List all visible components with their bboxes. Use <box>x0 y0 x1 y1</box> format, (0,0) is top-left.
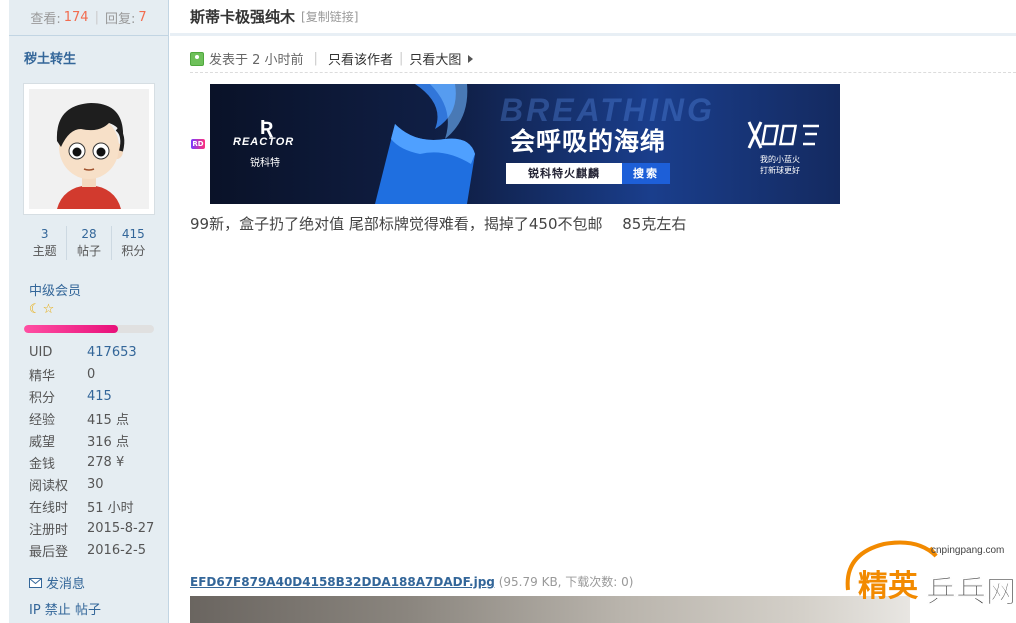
thread-title: 斯蒂卡极强纯木 <box>190 8 296 26</box>
moon-icon: ☾ <box>29 302 41 317</box>
replies-count: 7 <box>138 10 147 25</box>
views-count: 174 <box>63 10 89 25</box>
views-label: 查看: <box>30 12 61 27</box>
info-key: 威望 <box>29 434 56 450</box>
ad-badge: RD <box>191 139 205 149</box>
info-value: 51 小时 <box>87 500 134 516</box>
send-message-label: 发消息 <box>46 577 86 592</box>
post-meta: 发表于 2 小时前 | 只看该作者 | 只看大图 <box>190 49 474 68</box>
info-key: 阅读权 <box>29 478 69 494</box>
info-value: 0 <box>87 366 96 382</box>
attachment-image[interactable] <box>190 596 910 623</box>
info-row: 在线时 51 小时 <box>29 495 163 517</box>
thread-title-bar: 斯蒂卡极强纯木 [复制链接] <box>170 0 1016 36</box>
count-credits-num: 415 <box>121 227 145 241</box>
info-row: 阅读权 30 <box>29 473 163 495</box>
user-info-table: UID 417653 精华 0 积分 415 经验 415 点威望 316 点金钱 278 ¥ 阅读… <box>29 341 163 561</box>
ad-banner[interactable]: Ʀ REACTOR 锐科特 BREATHING 会呼吸的海绵 锐科特火麒麟 搜索… <box>210 84 840 204</box>
avatar[interactable] <box>23 83 155 215</box>
post-time: 发表于 2 小时前 <box>209 53 304 68</box>
count-threads[interactable]: 3 主题 <box>23 226 66 260</box>
watermark-site: cnpingpang.com <box>931 545 1005 556</box>
info-value: 2015-8-27 <box>87 520 155 536</box>
info-key: 在线时 <box>29 500 69 516</box>
info-row: UID 417653 <box>29 341 163 363</box>
cnpingpang-logo-icon: 精英 乒乓网 <box>845 540 1016 610</box>
info-row: 积分 415 <box>29 385 163 407</box>
count-credits-label: 积分 <box>121 244 146 258</box>
author-sidebar: 查看: 174 | 回复: 7 秽土转生 3 主题 28 帖子 415 积分 中… <box>9 0 169 623</box>
post-content: 99新，盒子扔了绝对值 尾部标牌觉得难看，揭掉了450不包邮 85克左右 <box>190 215 687 233</box>
star-icon: ☆ <box>42 302 55 317</box>
info-value: 30 <box>87 476 104 492</box>
count-posts[interactable]: 28 帖子 <box>66 226 110 260</box>
info-value: 278 ¥ <box>87 454 125 470</box>
ad-slogan: 会呼吸的海绵 <box>510 127 667 156</box>
ad-right-subtitle-1: 我的小蓝火 <box>760 155 800 164</box>
count-credits[interactable]: 415 积分 <box>110 226 155 260</box>
count-posts-label: 帖子 <box>76 244 101 258</box>
ad-brand-en: REACTOR <box>233 136 295 148</box>
attachment-link[interactable]: EFD67F879A40D4158B32DDA188A7DADF.jpg <box>190 575 495 589</box>
info-row: 经验 415 点 <box>29 407 163 429</box>
info-row: 金钱 278 ¥ <box>29 451 163 473</box>
profile-counts: 3 主题 28 帖子 415 积分 <box>23 226 155 260</box>
send-message-link[interactable]: 发消息 <box>29 573 85 592</box>
ad-search-box[interactable]: 锐科特火麒麟 <box>506 163 622 184</box>
info-key: UID <box>29 344 53 360</box>
count-threads-label: 主题 <box>32 244 57 258</box>
copy-link-button[interactable]: [复制链接] <box>301 8 358 25</box>
info-key: 注册时 <box>29 522 69 538</box>
info-value[interactable]: 417653 <box>87 345 137 360</box>
credit-progress-fill <box>24 325 118 333</box>
moderation-links[interactable]: IP 禁止 帖子 <box>29 599 101 618</box>
sponge-flame-graphic <box>375 84 475 204</box>
level-icons: ☾ ☆ <box>29 302 54 318</box>
thread-stats: 查看: 174 | 回复: 7 <box>9 0 168 36</box>
avatar-image <box>29 89 149 209</box>
svg-text:乒乓网: 乒乓网 <box>926 575 1016 610</box>
info-value: 316 点 <box>87 434 129 450</box>
divider <box>190 72 1016 73</box>
info-row: 精华 0 <box>29 363 163 385</box>
caret-right-icon[interactable] <box>468 54 474 63</box>
stats-divider: | <box>94 10 99 25</box>
flame-brand-logo-icon <box>747 121 819 149</box>
info-value: 415 点 <box>87 412 129 428</box>
svg-text:精英: 精英 <box>858 569 919 604</box>
site-watermark: 精英 乒乓网 cnpingpang.com <box>838 530 1016 623</box>
info-key: 最后登 <box>29 544 69 560</box>
count-posts-num: 28 <box>81 227 97 241</box>
ad-search-button[interactable]: 搜索 <box>622 163 670 184</box>
info-key: 金钱 <box>29 456 56 472</box>
info-row: 最后登 2016-2-5 <box>29 539 163 561</box>
meta-divider: | <box>398 51 404 66</box>
author-name-link[interactable]: 秽土转生 <box>24 48 76 67</box>
meta-divider: | <box>313 51 318 66</box>
info-key: 积分 <box>29 390 56 406</box>
ad-brand-cn: 锐科特 <box>250 158 280 169</box>
envelope-icon <box>29 577 42 588</box>
only-images-link[interactable]: 只看大图 <box>409 49 461 68</box>
attachment-info: EFD67F879A40D4158B32DDA188A7DADF.jpg (95… <box>190 573 633 590</box>
only-author-link[interactable]: 只看该作者 <box>328 49 393 68</box>
user-group-link[interactable]: 中级会员 <box>29 280 81 299</box>
info-row: 注册时 2015-8-27 <box>29 517 163 539</box>
ad-right-subtitle-2: 打新球更好 <box>760 166 800 175</box>
info-key: 精华 <box>29 368 56 384</box>
info-value[interactable]: 415 <box>87 389 112 404</box>
info-value: 2016-2-5 <box>87 542 147 558</box>
info-row: 威望 316 点 <box>29 429 163 451</box>
replies-label: 回复: <box>104 12 136 27</box>
info-key: 经验 <box>29 412 56 428</box>
attachment-meta: (95.79 KB, 下载次数: 0) <box>498 575 634 589</box>
count-threads-num: 3 <box>40 227 49 241</box>
online-status-icon <box>190 51 204 66</box>
credit-progress-bar <box>24 325 154 333</box>
